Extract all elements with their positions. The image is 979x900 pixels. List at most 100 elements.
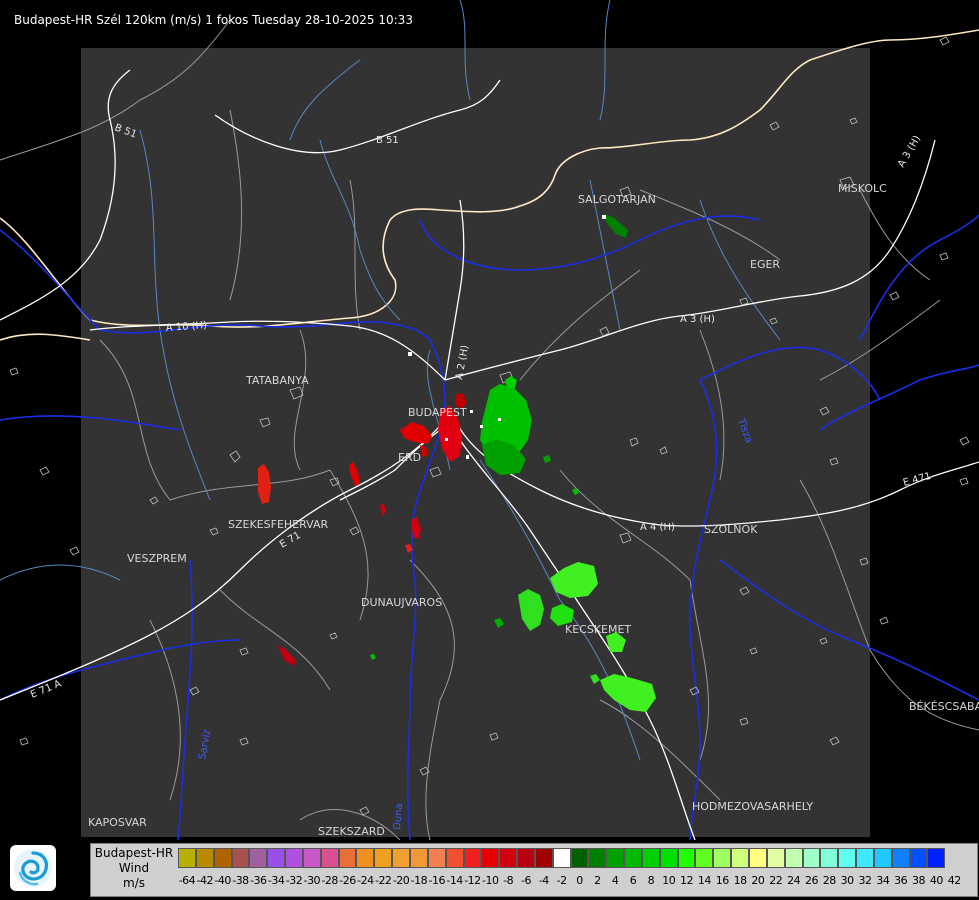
legend-tick-label: 2 xyxy=(594,874,601,887)
legend-swatch xyxy=(766,848,785,868)
legend-swatch xyxy=(267,848,286,868)
legend-tick-label: 6 xyxy=(629,874,637,887)
legend-swatch xyxy=(302,848,321,868)
legend-swatch xyxy=(499,848,518,868)
legend-tick-label: 32 xyxy=(858,874,872,887)
legend-swatch xyxy=(427,848,446,868)
legend-swatch xyxy=(178,848,196,868)
legend-swatch xyxy=(588,848,607,868)
legend-tick-label: -18 xyxy=(410,874,428,887)
city-label-szolnok: SZOLNOK xyxy=(704,523,758,536)
legend-swatch xyxy=(231,848,250,868)
legend-tick-label: -30 xyxy=(303,874,321,887)
legend-tick-label: -22 xyxy=(374,874,392,887)
city-label-erd: ERD xyxy=(398,451,421,464)
city-label-veszprem: VESZPREM xyxy=(127,552,187,565)
radar-coverage-area xyxy=(81,48,870,837)
legend-title: Budapest-HR xyxy=(94,846,174,860)
city-label-bekescsaba: BÉKÉSCSABA xyxy=(909,700,979,713)
legend-swatch xyxy=(409,848,428,868)
legend-swatch xyxy=(820,848,839,868)
legend-tick-label: 20 xyxy=(751,874,765,887)
legend-tick-label: 18 xyxy=(733,874,747,887)
legend-swatch xyxy=(392,848,410,868)
city-label-kaposvar: KAPOSVAR xyxy=(88,816,147,829)
legend-swatch xyxy=(338,848,357,868)
legend-swatch xyxy=(570,848,589,868)
legend-tick-label: -42 xyxy=(196,874,214,887)
legend-tick-label: 10 xyxy=(662,874,676,887)
legend-tick-label: 34 xyxy=(876,874,890,887)
legend-tick-label: 4 xyxy=(611,874,619,887)
legend-unit: m/s xyxy=(123,876,145,890)
legend-tick-label: 12 xyxy=(680,874,694,887)
legend-swatch xyxy=(802,848,821,868)
legend-tick-label: -6 xyxy=(520,874,531,887)
legend-tick-label: 26 xyxy=(804,874,818,887)
legend-swatch xyxy=(873,848,892,868)
legend-tick-label: -36 xyxy=(250,874,267,887)
legend-tick-label: 28 xyxy=(822,874,836,887)
legend-tick-label: -28 xyxy=(321,874,338,887)
legend-swatch xyxy=(534,848,553,868)
legend-tick-label: 40 xyxy=(929,874,943,887)
legend-variable: Wind xyxy=(118,861,150,875)
city-label-eger: EGER xyxy=(750,258,780,271)
legend-swatch xyxy=(213,848,232,868)
city-label-hodmezovasarhely: HODMEZOVASARHELY xyxy=(692,800,813,813)
swirl-logo-icon xyxy=(14,849,52,887)
legend-tick-label: 14 xyxy=(697,874,711,887)
legend-tick-label: -64 xyxy=(178,874,196,887)
legend-swatch xyxy=(374,848,393,868)
legend-tick-label: 22 xyxy=(769,874,783,887)
legend-tick-label: -20 xyxy=(392,874,410,887)
legend-tick-label: 0 xyxy=(576,874,583,887)
legend-swatch xyxy=(909,848,928,868)
road-label-b51-right: B 51 xyxy=(376,135,399,146)
legend-swatch xyxy=(624,848,642,868)
legend-tick-label: -32 xyxy=(285,874,303,887)
legend-tick-label: -16 xyxy=(428,874,446,887)
legend-swatch xyxy=(481,848,500,868)
legend-swatch xyxy=(713,848,732,868)
legend-tick-label: -14 xyxy=(446,874,463,887)
legend-tick-label: -24 xyxy=(357,874,374,887)
legend-swatch xyxy=(606,848,625,868)
legend-swatch xyxy=(856,848,874,868)
legend-tick-label: 36 xyxy=(894,874,908,887)
city-label-szekesfehervar: SZEKESFEHERVAR xyxy=(228,518,329,531)
legend-swatches xyxy=(178,848,946,868)
legend-swatch xyxy=(695,848,714,868)
legend-tick-label: -8 xyxy=(503,874,514,887)
river-label-duna: Duna xyxy=(392,803,405,830)
radar-map[interactable]: SALGOTARJAN MISKOLC EGER TATABANYA BUDAP… xyxy=(0,0,979,900)
legend-tick-label: 16 xyxy=(715,874,729,887)
legend-tick-label: 8 xyxy=(647,874,655,887)
legend-swatch xyxy=(552,848,571,868)
city-label-szekszard: SZEKSZARD xyxy=(318,825,385,838)
legend-tick-label: -34 xyxy=(267,874,285,887)
legend-tick-label: -12 xyxy=(464,874,481,887)
service-logo xyxy=(10,845,56,891)
city-label-tatabanya: TATABANYA xyxy=(245,374,309,387)
legend-swatch xyxy=(891,848,910,868)
legend-swatch xyxy=(445,848,464,868)
legend-ticks: -64 -42 -40 -38 -36 -34 -32 -30 -28 -26 -24 -22 -20-… xyxy=(178,874,963,892)
legend-swatch xyxy=(731,848,749,868)
legend-tick-label: 30 xyxy=(840,874,854,887)
road-label-a4: A 4 (H) xyxy=(640,522,675,533)
legend-swatch xyxy=(927,848,946,868)
legend-tick-label: -4 xyxy=(538,874,549,887)
legend-swatch xyxy=(195,848,214,868)
legend-swatch xyxy=(659,848,678,868)
city-label-dunaujvaros: DUNAUJVAROS xyxy=(361,596,442,609)
city-label-kecskemet: KECSKEMET xyxy=(565,623,631,636)
color-legend: Budapest-HR Wind m/s -64 -42 -40 -38 -36 -34-… xyxy=(90,843,978,897)
city-label-salgotarjan: SALGOTARJAN xyxy=(578,193,656,206)
legend-tick-label: 24 xyxy=(787,874,801,887)
legend-tick-label: -2 xyxy=(556,874,567,887)
legend-tick-label: -38 xyxy=(232,874,249,887)
legend-tick-label: -10 xyxy=(482,874,499,887)
legend-tick-label: 42 xyxy=(947,874,961,887)
legend-tick-label: 38 xyxy=(912,874,926,887)
